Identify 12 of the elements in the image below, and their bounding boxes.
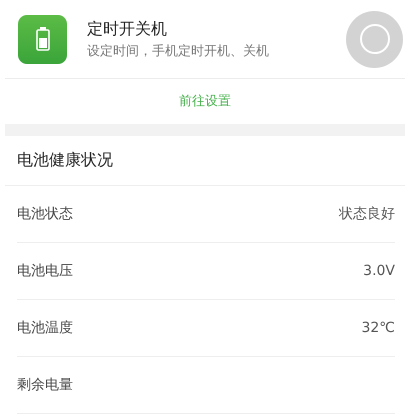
row-value: 32℃	[361, 320, 395, 336]
row-label: 电池温度	[17, 318, 73, 337]
section-title: 电池健康状况	[17, 150, 113, 171]
feature-title: 定时开关机	[87, 18, 168, 40]
settings-link[interactable]: 前往设置	[179, 92, 231, 110]
battery-icon	[36, 27, 50, 52]
row-label: 电池状态	[17, 204, 73, 223]
row-label: 电池电压	[17, 262, 73, 280]
row-value: 状态良好	[339, 204, 395, 223]
feature-subtitle: 设定时间，手机定时开机、关机	[87, 42, 270, 60]
row-label: 剩余电量	[17, 376, 73, 394]
row-value: 3.0V	[363, 262, 395, 279]
